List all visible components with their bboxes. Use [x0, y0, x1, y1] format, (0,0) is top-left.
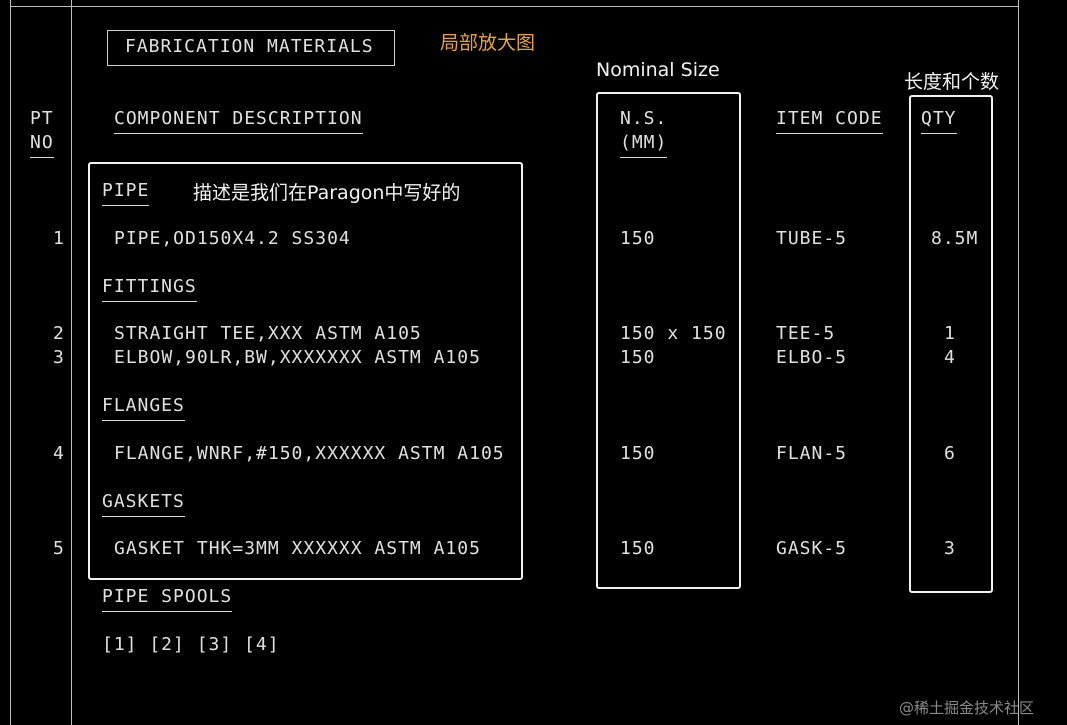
description-highlight-box — [88, 162, 523, 580]
page-title: FABRICATION MATERIALS — [125, 36, 374, 57]
row-4-desc: FLANGE,WNRF,#150,XXXXXX ASTM A105 — [114, 443, 505, 464]
row-2-pt: 2 — [53, 323, 65, 344]
length-qty-annotation: 长度和个数 — [904, 71, 1000, 93]
row-1-pt: 1 — [53, 228, 65, 249]
header-description: COMPONENT DESCRIPTION — [114, 108, 363, 134]
row-5-ns: 150 — [620, 538, 656, 559]
header-pt: PT — [30, 108, 54, 129]
frame-top-line — [10, 6, 1018, 7]
row-3-qty: 4 — [944, 347, 956, 368]
row-2-ns: 150 x 150 — [620, 323, 727, 344]
row-3-ns: 150 — [620, 347, 656, 368]
section-gaskets-heading: GASKETS — [102, 491, 185, 517]
row-1-desc: PIPE,OD150X4.2 SS304 — [114, 228, 351, 249]
qty-highlight-box — [909, 95, 993, 593]
row-5-code: GASK-5 — [776, 538, 848, 559]
row-2-code: TEE-5 — [776, 323, 836, 344]
watermark: @稀土掘金技术社区 — [899, 699, 1035, 717]
row-2-qty: 1 — [944, 323, 956, 344]
row-1-ns: 150 — [620, 228, 656, 249]
row-4-pt: 4 — [53, 443, 65, 464]
row-5-qty: 3 — [944, 538, 956, 559]
row-3-code: ELBO-5 — [776, 347, 848, 368]
row-3-pt: 3 — [53, 347, 65, 368]
frame-pt-column-line — [71, 0, 72, 725]
row-4-code: FLAN-5 — [776, 443, 848, 464]
section-fittings-heading: FITTINGS — [102, 276, 197, 302]
frame-right-line — [1018, 0, 1019, 725]
row-4-ns: 150 — [620, 443, 656, 464]
frame-left-line — [10, 0, 11, 725]
row-4-qty: 6 — [944, 443, 956, 464]
row-2-desc: STRAIGHT TEE,XXX ASTM A105 — [114, 323, 422, 344]
row-5-desc: GASKET THK=3MM XXXXXX ASTM A105 — [114, 538, 481, 559]
header-item-code: ITEM CODE — [776, 108, 883, 134]
section-pipe-heading: PIPE — [102, 180, 150, 206]
row-1-code: TUBE-5 — [776, 228, 848, 249]
pipe-spools-heading: PIPE SPOOLS — [102, 586, 233, 612]
row-1-qty: 8.5M — [931, 228, 979, 249]
zoom-annotation: 局部放大图 — [440, 32, 536, 54]
row-3-desc: ELBOW,90LR,BW,XXXXXXX ASTM A105 — [114, 347, 481, 368]
pipe-spools-list: [1] [2] [3] [4] — [102, 634, 280, 655]
section-flanges-heading: FLANGES — [102, 395, 185, 421]
header-no: NO — [30, 132, 54, 158]
nominal-size-annotation: Nominal Size — [596, 59, 720, 81]
row-5-pt: 5 — [53, 538, 65, 559]
